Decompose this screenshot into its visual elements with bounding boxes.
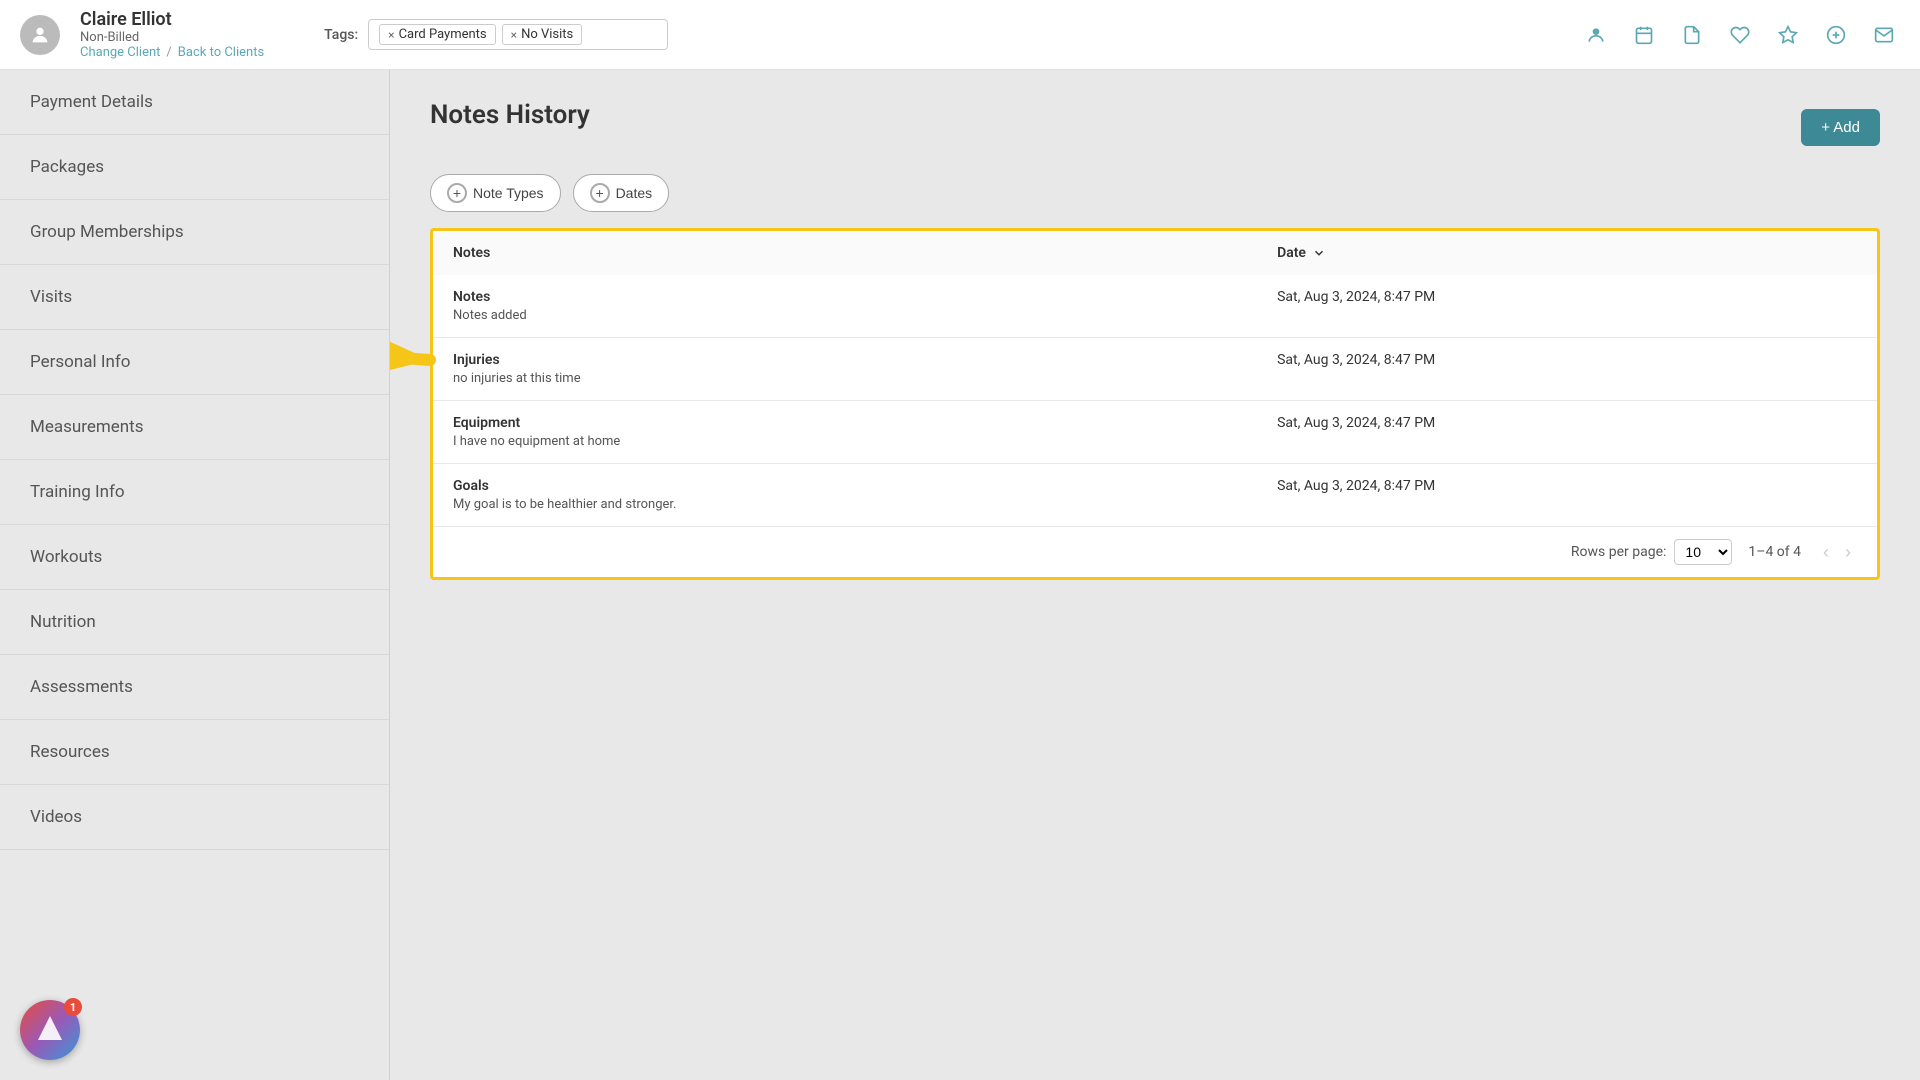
sidebar-item-assessments[interactable]: Assessments bbox=[0, 655, 389, 720]
link-separator: / bbox=[166, 45, 171, 60]
table-row: Injuries no injuries at this time Sat, A… bbox=[433, 338, 1877, 401]
note-text-2: no injuries at this time bbox=[453, 371, 1237, 386]
rows-per-page-select[interactable]: 10 25 50 100 bbox=[1674, 539, 1732, 565]
sidebar-item-workouts[interactable]: Workouts bbox=[0, 525, 389, 590]
sidebar-item-group-memberships[interactable]: Group Memberships bbox=[0, 200, 389, 265]
dates-plus-icon: + bbox=[590, 183, 610, 203]
table-row: Equipment I have no equipment at home Sa… bbox=[433, 401, 1877, 464]
calendar-icon[interactable] bbox=[1628, 19, 1660, 51]
dates-filter-button[interactable]: + Dates bbox=[573, 174, 670, 212]
col-notes: Notes bbox=[433, 231, 1257, 275]
document-icon[interactable] bbox=[1676, 19, 1708, 51]
sidebar-item-nutrition[interactable]: Nutrition bbox=[0, 590, 389, 655]
note-cell-4: Goals My goal is to be healthier and str… bbox=[433, 464, 1257, 527]
dates-label: Dates bbox=[616, 185, 653, 201]
filter-row: + Note Types + Dates bbox=[430, 174, 1880, 212]
note-date-2: Sat, Aug 3, 2024, 8:47 PM bbox=[1257, 338, 1877, 401]
app-logo-button[interactable]: 1 bbox=[20, 1000, 80, 1060]
back-to-clients-link[interactable]: Back to Clients bbox=[178, 45, 264, 60]
note-cell-3: Equipment I have no equipment at home bbox=[433, 401, 1257, 464]
sidebar-item-visits[interactable]: Visits bbox=[0, 265, 389, 330]
tag-no-visits: × No Visits bbox=[502, 24, 583, 45]
sidebar-item-packages[interactable]: Packages bbox=[0, 135, 389, 200]
tag-label-no-visits: No Visits bbox=[521, 27, 573, 42]
star-icon[interactable] bbox=[1772, 19, 1804, 51]
rows-per-page-label: Rows per page: bbox=[1571, 544, 1666, 560]
table-row: Goals My goal is to be healthier and str… bbox=[433, 464, 1877, 527]
col-date[interactable]: Date bbox=[1257, 231, 1877, 275]
heart-icon[interactable] bbox=[1724, 19, 1756, 51]
pagination-row: Rows per page: 10 25 50 100 1–4 of 4 ‹ › bbox=[433, 526, 1877, 577]
sidebar-item-personal-info[interactable]: Personal Info bbox=[0, 330, 389, 395]
note-cell-1: Notes Notes added bbox=[433, 275, 1257, 338]
note-type-4: Goals bbox=[453, 478, 1237, 494]
page-title: Notes History bbox=[430, 100, 590, 130]
tag-close-card-payments[interactable]: × bbox=[388, 28, 394, 42]
tags-container: × Card Payments × No Visits bbox=[368, 19, 668, 50]
note-type-3: Equipment bbox=[453, 415, 1237, 431]
mail-icon[interactable] bbox=[1868, 19, 1900, 51]
notification-badge: 1 bbox=[64, 998, 82, 1016]
sidebar-item-payment-details[interactable]: Payment Details bbox=[0, 70, 389, 135]
note-date-3: Sat, Aug 3, 2024, 8:47 PM bbox=[1257, 401, 1877, 464]
main-content: Notes History + Add + Note Types + Dates… bbox=[390, 70, 1920, 1080]
note-text-1: Notes added bbox=[453, 308, 1237, 323]
header-icons bbox=[1580, 19, 1900, 51]
app-logo-icon bbox=[32, 1012, 68, 1048]
notes-table: Notes Date Notes Notes added bbox=[433, 231, 1877, 526]
note-cell-2: Injuries no injuries at this time bbox=[433, 338, 1257, 401]
sidebar-item-training-info[interactable]: Training Info bbox=[0, 460, 389, 525]
sidebar-item-measurements[interactable]: Measurements bbox=[0, 395, 389, 460]
title-row: Notes History + Add bbox=[430, 100, 1880, 154]
client-status: Non-Billed bbox=[80, 30, 264, 45]
page-info: 1–4 of 4 bbox=[1748, 544, 1801, 560]
note-text-3: I have no equipment at home bbox=[453, 434, 1237, 449]
note-date-4: Sat, Aug 3, 2024, 8:47 PM bbox=[1257, 464, 1877, 527]
note-date-1: Sat, Aug 3, 2024, 8:47 PM bbox=[1257, 275, 1877, 338]
notes-table-wrapper: Notes Date Notes Notes added bbox=[430, 228, 1880, 580]
sidebar: Payment Details Packages Group Membershi… bbox=[0, 70, 390, 1080]
tag-close-no-visits[interactable]: × bbox=[511, 28, 517, 42]
client-info: Claire Elliot Non-Billed Change Client /… bbox=[80, 9, 264, 60]
table-row: Notes Notes added Sat, Aug 3, 2024, 8:47… bbox=[433, 275, 1877, 338]
note-text-4: My goal is to be healthier and stronger. bbox=[453, 497, 1237, 512]
main-layout: Payment Details Packages Group Membershi… bbox=[0, 70, 1920, 1080]
add-button[interactable]: + Add bbox=[1801, 109, 1880, 146]
header: Claire Elliot Non-Billed Change Client /… bbox=[0, 0, 1920, 70]
note-types-label: Note Types bbox=[473, 185, 544, 201]
rows-per-page: Rows per page: 10 25 50 100 bbox=[1571, 539, 1732, 565]
note-type-2: Injuries bbox=[453, 352, 1237, 368]
person-profile-icon[interactable] bbox=[1580, 19, 1612, 51]
tags-label: Tags: bbox=[324, 27, 358, 43]
note-type-1: Notes bbox=[453, 289, 1237, 305]
tag-label-card-payments: Card Payments bbox=[399, 27, 487, 42]
sidebar-item-resources[interactable]: Resources bbox=[0, 720, 389, 785]
next-page-button[interactable]: › bbox=[1839, 540, 1857, 565]
sidebar-item-videos[interactable]: Videos bbox=[0, 785, 389, 850]
tags-area: Tags: × Card Payments × No Visits bbox=[324, 19, 1560, 50]
client-name: Claire Elliot bbox=[80, 9, 264, 30]
client-links: Change Client / Back to Clients bbox=[80, 45, 264, 60]
client-avatar bbox=[20, 15, 60, 55]
change-client-link[interactable]: Change Client bbox=[80, 45, 160, 60]
note-types-plus-icon: + bbox=[447, 183, 467, 203]
page-navigation: ‹ › bbox=[1817, 540, 1857, 565]
prev-page-button[interactable]: ‹ bbox=[1817, 540, 1835, 565]
sort-desc-icon bbox=[1312, 246, 1326, 260]
plus-action-icon[interactable] bbox=[1820, 19, 1852, 51]
note-types-filter-button[interactable]: + Note Types bbox=[430, 174, 561, 212]
tag-card-payments: × Card Payments bbox=[379, 24, 495, 45]
